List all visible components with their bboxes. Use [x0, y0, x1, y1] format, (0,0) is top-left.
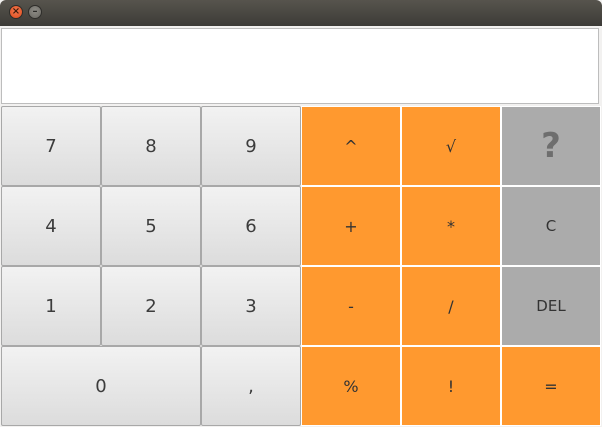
key-1[interactable]: 1: [1, 266, 101, 346]
square-root-button[interactable]: √: [401, 106, 501, 186]
key-0[interactable]: 0: [1, 346, 201, 426]
minus-button[interactable]: -: [301, 266, 401, 346]
title-bar: × –: [0, 0, 602, 26]
comma-button[interactable]: ,: [201, 346, 301, 426]
clear-button[interactable]: C: [501, 186, 601, 266]
minimize-icon: –: [32, 6, 38, 17]
percent-button[interactable]: %: [301, 346, 401, 426]
factorial-button[interactable]: !: [401, 346, 501, 426]
power-button[interactable]: ^: [301, 106, 401, 186]
calculator-display[interactable]: [1, 28, 599, 104]
equals-button[interactable]: =: [501, 346, 601, 426]
close-window-button[interactable]: ×: [9, 5, 23, 19]
key-7[interactable]: 7: [1, 106, 101, 186]
divide-button[interactable]: /: [401, 266, 501, 346]
plus-button[interactable]: +: [301, 186, 401, 266]
key-4[interactable]: 4: [1, 186, 101, 266]
key-8[interactable]: 8: [101, 106, 201, 186]
keypad: 7 8 9 ^ √ ? 4 5 6 + * C 1 2 3 - / DEL 0 …: [1, 106, 601, 426]
multiply-button[interactable]: *: [401, 186, 501, 266]
key-2[interactable]: 2: [101, 266, 201, 346]
key-3[interactable]: 3: [201, 266, 301, 346]
key-9[interactable]: 9: [201, 106, 301, 186]
calculator-window: × – 7 8 9 ^ √ ? 4 5 6 + * C 1 2 3 - / DE…: [0, 0, 602, 427]
delete-button[interactable]: DEL: [501, 266, 601, 346]
help-button[interactable]: ?: [501, 106, 601, 186]
minimize-window-button[interactable]: –: [28, 5, 42, 19]
key-6[interactable]: 6: [201, 186, 301, 266]
key-5[interactable]: 5: [101, 186, 201, 266]
close-icon: ×: [11, 6, 21, 17]
